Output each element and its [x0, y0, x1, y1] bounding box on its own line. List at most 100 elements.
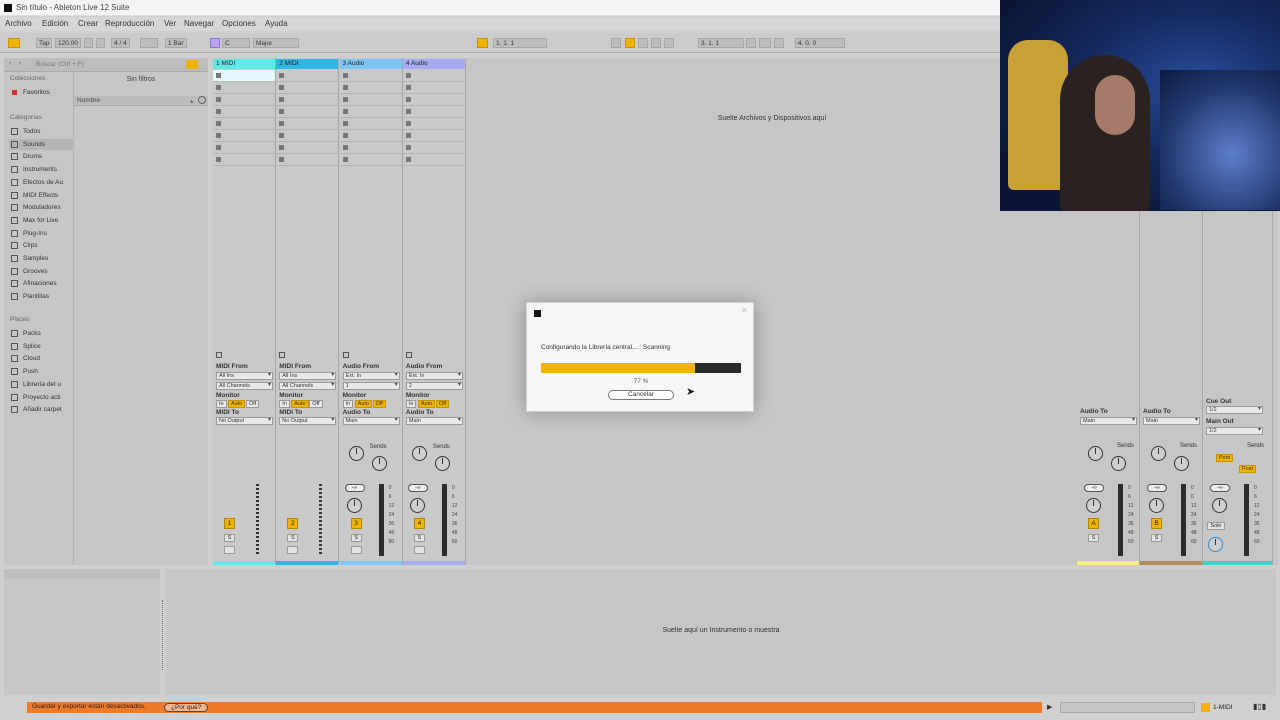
menu-reproduccion[interactable]: Reproducción: [105, 19, 154, 28]
clip-slot[interactable]: [213, 142, 275, 154]
sidebar-item-category[interactable]: Plug-Ins: [9, 228, 73, 239]
solo-button[interactable]: S: [1088, 534, 1099, 542]
punch-in-icon[interactable]: [746, 38, 756, 48]
clip-slot[interactable]: [402, 118, 465, 130]
clip-slot[interactable]: [276, 154, 339, 166]
monitor-in-button[interactable]: In: [405, 400, 417, 408]
clip-slot[interactable]: [276, 70, 339, 82]
nudge-icon[interactable]: [84, 38, 93, 48]
sidebar-item-category[interactable]: Drums: [9, 151, 73, 162]
search-input[interactable]: Buscar (Ctrl + F): [36, 61, 84, 68]
volume-field[interactable]: -∞: [407, 484, 428, 492]
add-column-icon[interactable]: [198, 96, 206, 104]
menu-opciones[interactable]: Opciones: [222, 19, 256, 28]
input-channel-select[interactable]: 1: [342, 382, 400, 390]
stop-clip-icon[interactable]: [279, 352, 286, 358]
volume-field[interactable]: -∞: [1147, 484, 1167, 492]
menu-navegar[interactable]: Navegar: [184, 19, 214, 28]
clip-slot[interactable]: [339, 154, 402, 166]
sidebar-item-category[interactable]: Instruments: [9, 164, 73, 175]
sidebar-item-category[interactable]: Max for Live: [9, 215, 73, 226]
pan-knob[interactable]: [346, 498, 362, 513]
sidebar-item-place[interactable]: Proyecto acti: [9, 392, 73, 403]
clip-slot[interactable]: [276, 118, 339, 130]
send-a-knob[interactable]: [1151, 446, 1166, 461]
track-header[interactable]: 1 MIDI: [213, 59, 275, 69]
monitor-auto-button[interactable]: Auto: [354, 400, 372, 408]
key-select[interactable]: C: [222, 38, 250, 48]
main-out-select[interactable]: 1/2: [1206, 427, 1263, 435]
monitor-off-button[interactable]: Off: [246, 400, 260, 408]
arm-button[interactable]: [413, 546, 425, 554]
nudge-up-icon[interactable]: [96, 38, 105, 48]
solo-button[interactable]: S: [287, 534, 299, 542]
cue-volume-knob[interactable]: [1208, 537, 1223, 552]
sidebar-item-category[interactable]: Efectos de Au: [9, 177, 73, 188]
column-name[interactable]: Nombre: [77, 97, 100, 104]
sidebar-item-category[interactable]: MIDI Effects: [9, 190, 73, 201]
monitor-auto-button[interactable]: Auto: [417, 400, 436, 408]
tap-tempo-button[interactable]: Tap: [36, 38, 53, 48]
solo-button[interactable]: S: [413, 534, 425, 542]
pan-knob[interactable]: [1149, 498, 1164, 513]
output-type-select[interactable]: Main: [1143, 417, 1200, 425]
sidebar-item-favoritos[interactable]: Favoritos: [9, 87, 73, 98]
monitor-auto-button[interactable]: Auto: [291, 400, 309, 408]
overdub-icon[interactable]: [611, 38, 621, 48]
cue-out-select[interactable]: 1/2: [1206, 406, 1263, 414]
pan-knob[interactable]: [1212, 498, 1227, 513]
solo-button[interactable]: S: [224, 534, 235, 542]
loop-icon[interactable]: [759, 38, 771, 48]
send-a-knob[interactable]: [411, 446, 427, 461]
sidebar-item-category[interactable]: Plantillas: [9, 291, 73, 302]
close-icon[interactable]: ✕: [741, 306, 748, 315]
session-record-icon[interactable]: [664, 38, 674, 48]
metronome-icon[interactable]: [140, 38, 158, 48]
sidebar-item-place[interactable]: Librería del u: [9, 379, 73, 390]
clip-slot[interactable]: [213, 94, 275, 106]
menu-ver[interactable]: Ver: [164, 19, 176, 28]
clip-slot[interactable]: [276, 142, 339, 154]
arrangement-position-field[interactable]: 1. 1. 1: [493, 38, 547, 48]
input-type-select[interactable]: All Ins: [216, 372, 273, 380]
track-header[interactable]: 2 MIDI: [276, 59, 339, 69]
scale-mode-icon[interactable]: [210, 38, 220, 48]
send-b-knob[interactable]: [434, 456, 450, 471]
pan-knob[interactable]: [409, 498, 425, 513]
scale-select[interactable]: Major: [253, 38, 299, 48]
arm-button[interactable]: [350, 546, 362, 554]
loop-length-field[interactable]: 4. 0. 0: [795, 38, 845, 48]
post-a-button[interactable]: Post: [1216, 454, 1234, 462]
output-type-select[interactable]: Main: [405, 417, 463, 425]
clip-slot[interactable]: [402, 142, 465, 154]
pan-knob[interactable]: [1086, 498, 1101, 513]
track-header[interactable]: 4 Audio: [402, 59, 465, 69]
output-type-select[interactable]: No Output: [279, 417, 337, 425]
clip-slot[interactable]: [402, 130, 465, 142]
cancel-button[interactable]: Cancelar: [608, 390, 674, 400]
track-activator-button[interactable]: 4: [413, 518, 425, 529]
clip-slot[interactable]: [402, 82, 465, 94]
input-channel-select[interactable]: All Channels: [279, 382, 337, 390]
volume-field[interactable]: -∞: [1084, 484, 1104, 492]
sidebar-item-category[interactable]: Samples: [9, 253, 73, 264]
why-button[interactable]: ¿Por qué?: [164, 703, 209, 712]
menu-archivo[interactable]: Archivo: [5, 19, 32, 28]
filters-label[interactable]: Sin filtros: [74, 76, 208, 83]
monitor-in-button[interactable]: In: [216, 400, 227, 408]
search-mode-icon[interactable]: [186, 60, 198, 69]
solo-cue-button[interactable]: Solo: [1207, 522, 1225, 530]
input-type-select[interactable]: Ext. In: [342, 372, 400, 380]
clip-slot[interactable]: [276, 130, 339, 142]
stop-clip-icon[interactable]: [342, 352, 349, 358]
monitor-off-button[interactable]: Off: [309, 400, 323, 408]
track-activator-button[interactable]: 3: [350, 518, 362, 529]
solo-button[interactable]: S: [1151, 534, 1162, 542]
monitor-off-button[interactable]: Off: [435, 400, 450, 408]
send-b-knob[interactable]: [1174, 456, 1189, 471]
time-signature-field[interactable]: 4 / 4: [111, 38, 130, 48]
sort-icon[interactable]: ▴: [190, 97, 193, 105]
input-channel-select[interactable]: 2: [405, 382, 463, 390]
clip-slot[interactable]: [213, 70, 275, 82]
clip-slot[interactable]: [339, 94, 402, 106]
